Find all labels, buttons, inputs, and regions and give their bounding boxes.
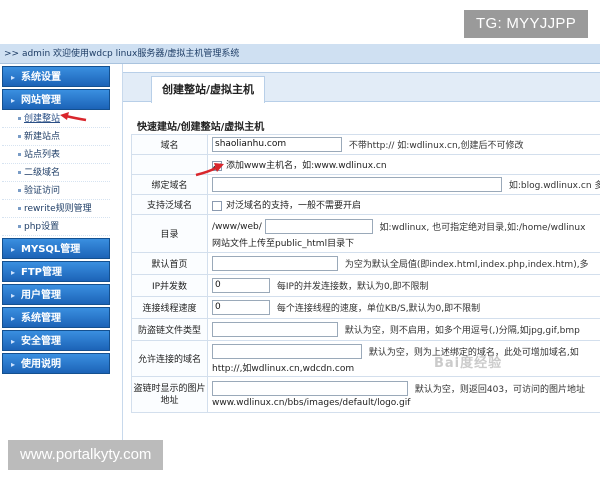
form-row-allowed: 允许连接的域名 默认为空，则为上述绑定的域名，此处可增加域名,如 http://… xyxy=(131,340,600,377)
wildcard-text: 对泛域名的支持，一般不需要开启 xyxy=(226,201,362,211)
baidu-watermark: Bai度经验 xyxy=(434,356,503,371)
page: TG: MYYJJPP >> admin 欢迎使用wdcp linux服务器/虚… xyxy=(0,0,600,480)
hotlink-image-note-2: www.wdlinux.cn/bbs/images/default/logo.g… xyxy=(212,398,411,408)
annotation-arrow-icon xyxy=(195,163,224,177)
sidebar-item-php-settings[interactable]: php设置 xyxy=(2,218,110,236)
form-row-ip: IP并发数 0 每IP的并发连接数，默认为0,即不限制 xyxy=(131,274,600,297)
form-row-dir: 目录 /www/web/ 如:wdlinux, 也可指定绝对目录,如:/home… xyxy=(131,214,600,253)
allowed-domains-input[interactable] xyxy=(212,343,362,359)
bind-domain-input[interactable] xyxy=(212,177,502,192)
allowed-note-2: http://,如wdlinux.cn,wdcdn.com xyxy=(212,363,355,374)
section-title: 快速建站/创建整站/虚拟主机 xyxy=(137,122,265,133)
domain-note: 不带http:// 如:wdlinux.cn,创建后不可修改 xyxy=(348,141,524,151)
bullet-icon xyxy=(18,135,21,138)
domain-input[interactable]: shaolianhu.com xyxy=(212,137,342,152)
wildcard-checkbox[interactable] xyxy=(212,200,222,211)
chevron-right-icon: ▸ xyxy=(11,314,16,323)
breadcrumb: >> admin 欢迎使用wdcp linux服务器/虚拟主机管理系统 xyxy=(0,44,600,64)
chevron-right-icon: ▸ xyxy=(11,360,16,369)
main-panel: 创建整站/虚拟主机 快速建站/创建整站/虚拟主机 域名 shaolianhu.c… xyxy=(122,64,600,440)
add-www-label: 添加www主机名，如:www.wdlinux.cn xyxy=(226,161,387,171)
ip-label: IP并发数 xyxy=(131,274,208,297)
ip-limit-input[interactable]: 0 xyxy=(212,278,270,293)
chevron-right-icon: ▸ xyxy=(11,291,16,300)
bullet-icon xyxy=(18,117,21,120)
tab-strip: 创建整站/虚拟主机 xyxy=(123,72,600,103)
form-row-speed: 连接线程速度 0 每个连接线程的速度，单位KB/S,默认为0,即不限制 xyxy=(131,296,600,319)
index-label: 默认首页 xyxy=(131,252,208,275)
bullet-icon xyxy=(18,171,21,174)
dir-note-2: 网站文件上传至public_html目录下 xyxy=(212,238,355,249)
dir-prefix: /www/web/ xyxy=(212,221,262,232)
sidebar-item-rewrite[interactable]: rewrite规则管理 xyxy=(2,200,110,218)
form-row-wildcard: 支持泛域名 对泛域名的支持，一般不需要开启 xyxy=(131,194,600,215)
sidebar-item-subdomain[interactable]: 二级域名 xyxy=(2,164,110,182)
hotlink-image-label: 盗链时显示的图片地址 xyxy=(131,376,208,413)
dir-note: 如:wdlinux, 也可指定绝对目录,如:/home/wdlinux xyxy=(379,222,586,233)
sidebar-group-site-management[interactable]: ▸ 网站管理 xyxy=(2,89,110,110)
dir-input[interactable] xyxy=(264,218,373,234)
annotation-arrow-icon xyxy=(60,112,87,122)
hotlink-label: 防盗链文件类型 xyxy=(131,318,208,341)
bullet-icon xyxy=(18,207,21,210)
wildcard-label: 支持泛域名 xyxy=(131,194,208,215)
dir-label: 目录 xyxy=(131,214,208,253)
form-row-domain: 域名 shaolianhu.com 不带http:// 如:wdlinux.cn… xyxy=(131,134,600,155)
speed-note: 每个连接线程的速度，单位KB/S,默认为0,即不限制 xyxy=(276,304,481,314)
domain-label: 域名 xyxy=(131,134,208,155)
speed-input[interactable]: 0 xyxy=(212,300,270,315)
index-note: 为空为默认全局值(即index.html,index.php,index.htm… xyxy=(344,260,589,270)
sidebar-group-ftp[interactable]: ▸ FTP管理 xyxy=(2,261,110,282)
chevron-right-icon: ▸ xyxy=(11,245,16,254)
sidebar-group-help[interactable]: ▸ 使用说明 xyxy=(2,353,110,374)
index-input[interactable] xyxy=(212,256,338,271)
sidebar-group-mysql[interactable]: ▸ MYSQL管理 xyxy=(2,238,110,259)
form-row-hotlink-image: 盗链时显示的图片地址 默认为空，则返回403，可访问的图片地址 www.wdli… xyxy=(131,376,600,413)
bullet-icon xyxy=(18,153,21,156)
chevron-right-icon: ▸ xyxy=(11,337,16,346)
footer-url-badge: www.portalkyty.com xyxy=(8,440,164,470)
bind-note: 如:blog.wdlinux.cn 多 xyxy=(508,181,600,191)
form-row-hotlink: 防盗链文件类型 默认为空，则不启用，如多个用逗号(,)分隔,如jpg,gif,b… xyxy=(131,318,600,341)
speed-label: 连接线程速度 xyxy=(131,296,208,319)
form-row-index: 默认首页 为空为默认全局值(即index.html,index.php,inde… xyxy=(131,252,600,275)
sidebar-item-site-list[interactable]: 站点列表 xyxy=(2,146,110,164)
bullet-icon xyxy=(18,189,21,192)
sidebar-group-security[interactable]: ▸ 安全管理 xyxy=(2,330,110,351)
sidebar-group-users[interactable]: ▸ 用户管理 xyxy=(2,284,110,305)
sidebar-item-new-site[interactable]: 新建站点 xyxy=(2,128,110,146)
hotlink-note: 默认为空，则不启用，如多个用逗号(,)分隔,如jpg,gif,bmp xyxy=(344,326,580,336)
chevron-right-icon: ▸ xyxy=(11,268,16,277)
sidebar-group-system-settings[interactable]: ▸ 系统设置 xyxy=(2,66,110,87)
hotlink-image-input[interactable] xyxy=(212,381,408,396)
sidebar: ▸ 系统设置 ▸ 网站管理 创建整站 新建站点 站点列表 二级域名 验证访问 rew… xyxy=(0,64,112,440)
tg-badge: TG: MYYJJPP xyxy=(464,10,588,38)
top-band: TG: MYYJJPP xyxy=(0,0,600,44)
sidebar-item-create-site[interactable]: 创建整站 xyxy=(2,110,110,128)
allowed-label: 允许连接的域名 xyxy=(131,340,208,377)
bullet-icon xyxy=(18,225,21,228)
tab-create-site[interactable]: 创建整站/虚拟主机 xyxy=(151,76,266,103)
chevron-right-icon: ▸ xyxy=(11,73,16,82)
chevron-right-icon: ▸ xyxy=(11,96,16,105)
hotlink-input[interactable] xyxy=(212,322,338,337)
sidebar-group-system-management[interactable]: ▸ 系统管理 xyxy=(2,307,110,328)
sidebar-item-verify-access[interactable]: 验证访问 xyxy=(2,182,110,200)
ip-note: 每IP的并发连接数，默认为0,即不限制 xyxy=(276,282,429,292)
hotlink-image-note: 默认为空，则返回403，可访问的图片地址 xyxy=(414,385,586,395)
